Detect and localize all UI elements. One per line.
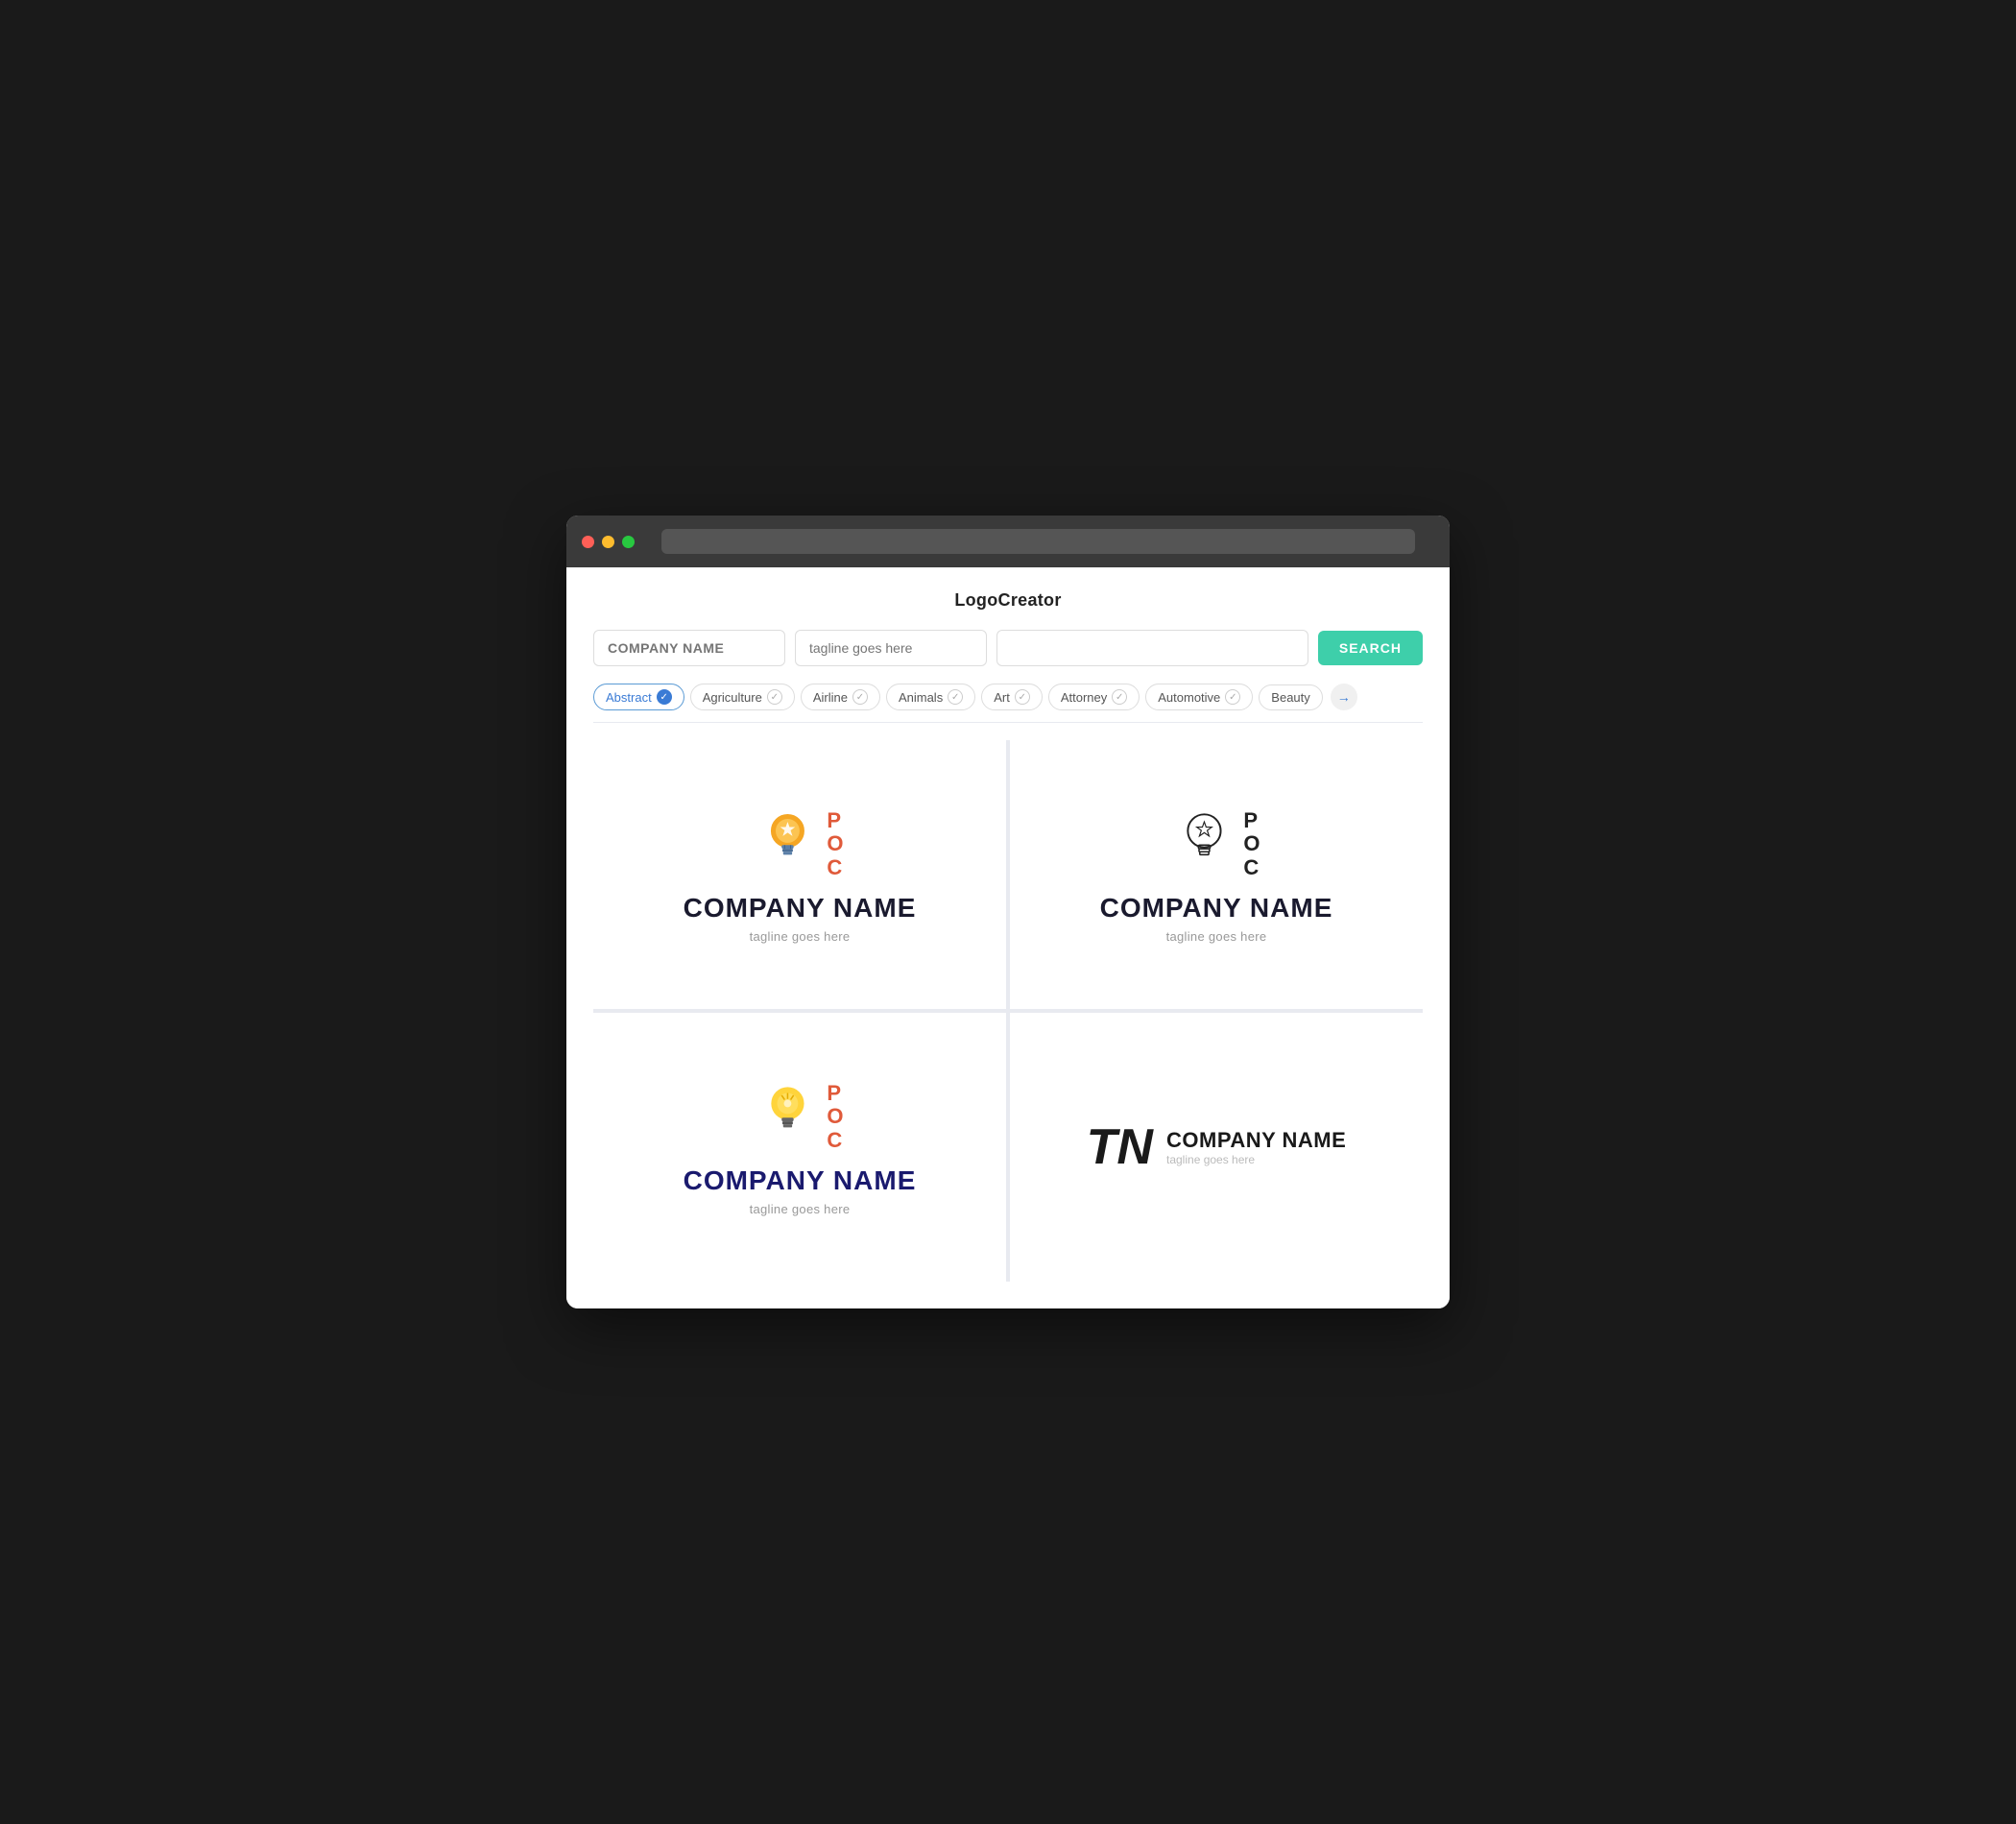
logo-card-1[interactable]: P O C COMPANY NAME tagline goes here xyxy=(593,740,1006,1009)
filter-label: Abstract xyxy=(606,690,652,705)
check-icon: ✓ xyxy=(767,689,782,705)
filter-chip-airline[interactable]: Airline ✓ xyxy=(801,684,880,710)
filter-label: Beauty xyxy=(1271,690,1309,705)
tn-tagline: tagline goes here xyxy=(1166,1153,1346,1166)
tn-text-group: COMPANY NAME tagline goes here xyxy=(1166,1128,1346,1166)
check-icon: ✓ xyxy=(948,689,963,705)
check-icon: ✓ xyxy=(1015,689,1030,705)
filter-chip-abstract[interactable]: Abstract ✓ xyxy=(593,684,684,710)
poc-p3: P xyxy=(827,1082,843,1105)
address-bar[interactable] xyxy=(661,529,1415,554)
filter-chip-animals[interactable]: Animals ✓ xyxy=(886,684,975,710)
poc-c3: C xyxy=(827,1129,843,1152)
colored-bulb-icon xyxy=(756,805,823,873)
search-bar: SEARCH xyxy=(593,630,1423,666)
filter-label: Agriculture xyxy=(703,690,762,705)
logo-icon-area-2: P O C xyxy=(1172,805,1260,879)
yellow-bulb-icon xyxy=(756,1078,823,1145)
filter-chip-art[interactable]: Art ✓ xyxy=(981,684,1043,710)
logo-card-3[interactable]: P O C COMPANY NAME tagline goes here xyxy=(593,1013,1006,1282)
outline-bulb-icon xyxy=(1172,805,1239,873)
poc-letters-outline: P O C xyxy=(1243,809,1260,879)
logo-content-2: P O C COMPANY NAME tagline goes here xyxy=(1100,805,1333,944)
filter-label: Attorney xyxy=(1061,690,1107,705)
browser-window: LogoCreator SEARCH Abstract ✓ Agricultur… xyxy=(566,516,1450,1308)
tagline-2: tagline goes here xyxy=(1166,929,1267,944)
logo-card-2[interactable]: P O C COMPANY NAME tagline goes here xyxy=(1010,740,1423,1009)
filter-chip-agriculture[interactable]: Agriculture ✓ xyxy=(690,684,795,710)
poc-c2: C xyxy=(1243,856,1260,879)
company-name-3: COMPANY NAME xyxy=(684,1165,917,1196)
maximize-button[interactable] xyxy=(622,536,635,548)
minimize-button[interactable] xyxy=(602,536,614,548)
poc-letters-colored: P O C xyxy=(827,809,843,879)
logo-icon-area-1: P O C xyxy=(756,805,843,879)
filter-label: Animals xyxy=(899,690,943,705)
close-button[interactable] xyxy=(582,536,594,548)
company-name-1: COMPANY NAME xyxy=(684,893,917,924)
filter-label: Automotive xyxy=(1158,690,1220,705)
check-icon: ✓ xyxy=(1225,689,1240,705)
poc-p: P xyxy=(827,809,843,832)
filter-next-button[interactable]: → xyxy=(1331,684,1357,710)
company-name-input[interactable] xyxy=(593,630,785,666)
logo-icon-area-3: P O C xyxy=(756,1078,843,1152)
tn-logo: TN COMPANY NAME tagline goes here xyxy=(1087,1122,1347,1172)
company-name-2: COMPANY NAME xyxy=(1100,893,1333,924)
poc-o: O xyxy=(827,832,843,855)
logo-grid: P O C COMPANY NAME tagline goes here xyxy=(593,740,1423,1282)
filter-chip-automotive[interactable]: Automotive ✓ xyxy=(1145,684,1253,710)
tagline-3: tagline goes here xyxy=(750,1202,851,1216)
filter-bar: Abstract ✓ Agriculture ✓ Airline ✓ Anima… xyxy=(593,684,1423,723)
check-icon: ✓ xyxy=(657,689,672,705)
tagline-1: tagline goes here xyxy=(750,929,851,944)
browser-titlebar xyxy=(566,516,1450,567)
poc-c: C xyxy=(827,856,843,879)
check-icon: ✓ xyxy=(1112,689,1127,705)
poc-letters-yellow: P O C xyxy=(827,1082,843,1152)
logo-content-4: TN COMPANY NAME tagline goes here xyxy=(1087,1122,1347,1172)
app-container: LogoCreator SEARCH Abstract ✓ Agricultur… xyxy=(566,567,1450,1308)
logo-content-1: P O C COMPANY NAME tagline goes here xyxy=(684,805,917,944)
filter-label: Airline xyxy=(813,690,848,705)
tagline-input[interactable] xyxy=(795,630,987,666)
logo-card-4[interactable]: TN COMPANY NAME tagline goes here xyxy=(1010,1013,1423,1282)
logo-content-3: P O C COMPANY NAME tagline goes here xyxy=(684,1078,917,1216)
filter-chip-attorney[interactable]: Attorney ✓ xyxy=(1048,684,1140,710)
search-button[interactable]: SEARCH xyxy=(1318,631,1423,665)
app-title: LogoCreator xyxy=(593,590,1423,611)
tn-monogram: TN xyxy=(1087,1122,1153,1172)
check-icon: ✓ xyxy=(852,689,868,705)
poc-o2: O xyxy=(1243,832,1260,855)
industry-input[interactable] xyxy=(996,630,1308,666)
filter-chip-beauty[interactable]: Beauty xyxy=(1259,684,1322,710)
filter-label: Art xyxy=(994,690,1010,705)
poc-o3: O xyxy=(827,1105,843,1128)
poc-p2: P xyxy=(1243,809,1260,832)
tn-company-name: COMPANY NAME xyxy=(1166,1128,1346,1153)
